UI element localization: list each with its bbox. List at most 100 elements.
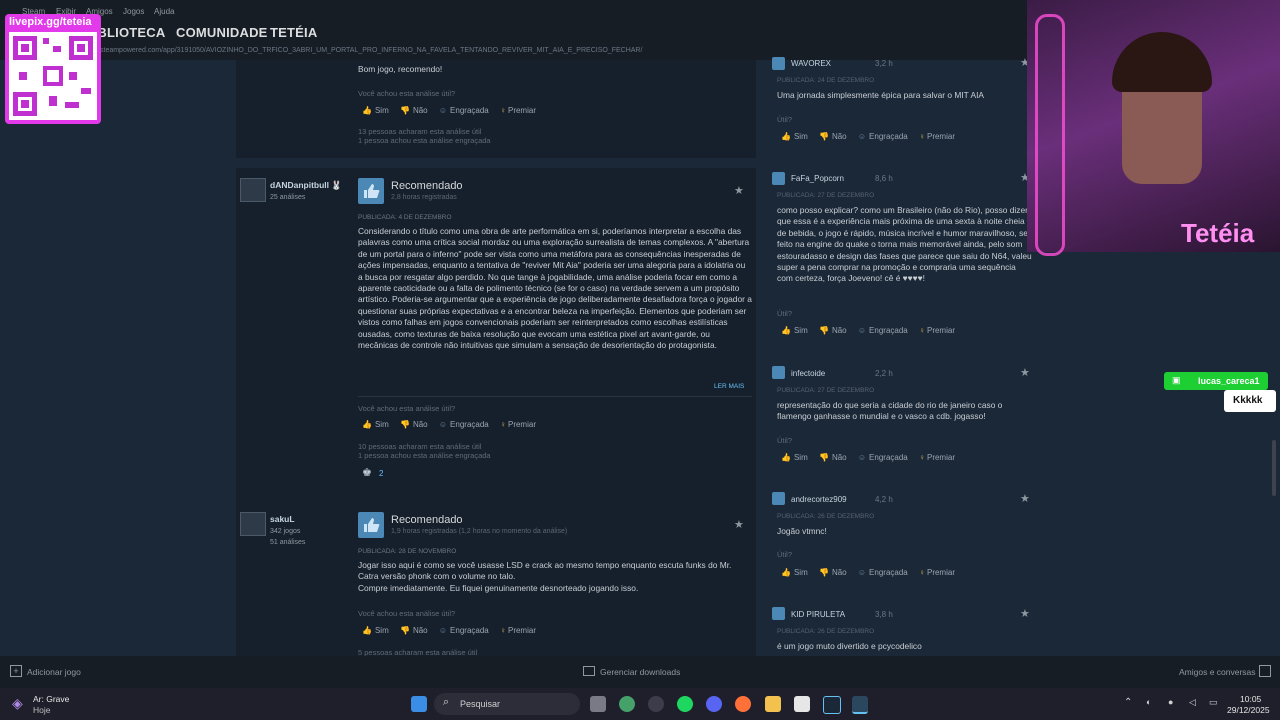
firefox-icon[interactable] <box>735 696 751 712</box>
vote-no-button[interactable]: 👎 Não <box>400 420 428 429</box>
taskbar-search[interactable]: ⌕ Pesquisar <box>434 693 580 715</box>
side-reviewer-name[interactable]: WAVOREX <box>791 59 831 68</box>
speaker-icon[interactable]: ◁ <box>1189 697 1196 708</box>
manage-downloads-button[interactable]: Gerenciar downloads <box>600 667 680 677</box>
vote-yes-button[interactable]: 👍 Sim <box>781 326 808 335</box>
windows-start-icon[interactable] <box>411 696 427 712</box>
avatar[interactable] <box>240 178 266 202</box>
friends-chat-button[interactable]: Amigos e conversas <box>1179 667 1256 677</box>
avatar[interactable] <box>240 512 266 536</box>
vote-funny-button[interactable]: ☺ Engraçada <box>858 132 908 141</box>
streamer-hair <box>1112 32 1212 92</box>
star-icon[interactable]: ★ <box>1020 607 1030 620</box>
award-button[interactable]: ♀ Premiar <box>919 453 955 462</box>
vote-funny-button[interactable]: ☺ Engraçada <box>439 106 489 115</box>
menu-jogos[interactable]: Jogos <box>123 7 144 16</box>
reviewer-game-count[interactable]: 342 jogos <box>270 528 300 535</box>
reviewer-review-count[interactable]: 25 análises <box>270 194 305 201</box>
side-hours: 3,2 h <box>875 59 893 68</box>
file-explorer-icon[interactable] <box>765 696 781 712</box>
obs-icon[interactable] <box>619 696 635 712</box>
star-icon[interactable]: ★ <box>734 184 744 197</box>
qr-caption: livepix.gg/teteia <box>9 16 92 28</box>
thumbs-down-icon: 👎 <box>399 626 410 635</box>
funny-count: 1 pessoa achou esta análise engraçada <box>358 136 491 145</box>
nav-profile[interactable]: TETÉIA <box>270 25 317 40</box>
smiley-icon: ☺ <box>857 568 867 577</box>
vote-no-button[interactable]: 👎 Não <box>819 568 847 577</box>
steam-active-icon[interactable] <box>852 696 868 714</box>
award-badge[interactable]: ♚ 2 <box>362 466 383 479</box>
divider <box>358 396 752 397</box>
star-icon[interactable]: ★ <box>1020 366 1030 379</box>
chat-overlay-message: Kkkkk <box>1224 390 1276 412</box>
reviewer-review-count[interactable]: 51 análises <box>270 539 305 546</box>
award-button[interactable]: ♀ Premiar <box>919 568 955 577</box>
clock-date[interactable]: 29/12/2025 <box>1227 705 1270 715</box>
network-icon[interactable]: ◐ <box>1146 697 1151 707</box>
side-reviewer-name[interactable]: infectoide <box>791 369 825 378</box>
vote-no-button[interactable]: 👎 Não <box>819 453 847 462</box>
thumbs-up-icon: 👍 <box>362 106 372 115</box>
weather-label[interactable]: Ar: Grave <box>33 694 69 704</box>
weather-sub[interactable]: Hoje <box>33 705 50 715</box>
spotify-icon[interactable] <box>677 696 693 712</box>
review-card: sakuL 342 jogos 51 análises Recomendado … <box>236 502 756 657</box>
award-button[interactable]: ♀ Premiar <box>500 420 536 429</box>
vote-yes-button[interactable]: 👍 Sim <box>362 420 389 429</box>
scrollbar-thumb[interactable] <box>1272 440 1276 496</box>
thumbs-down-icon: 👎 <box>818 326 829 335</box>
award-button[interactable]: ♀ Premiar <box>919 326 955 335</box>
side-publish-date: PUBLICADA: 26 DE DEZEMBRO <box>777 513 875 520</box>
thumbs-up-icon <box>772 607 785 620</box>
steam-icon[interactable] <box>823 696 841 714</box>
side-reviewer-name[interactable]: andrecortez909 <box>791 495 847 504</box>
vote-no-button[interactable]: 👎 Não <box>819 132 847 141</box>
discord-icon[interactable] <box>706 696 722 712</box>
award-button[interactable]: ♀ Premiar <box>500 106 536 115</box>
store-icon[interactable] <box>794 696 810 712</box>
review-text: Jogar isso aqui é como se você usasse LS… <box>358 560 752 594</box>
add-game-button[interactable]: Adicionar jogo <box>27 667 81 677</box>
clock-time[interactable]: 10:05 <box>1240 694 1261 704</box>
smiley-icon: ☺ <box>857 453 867 462</box>
vote-yes-button[interactable]: 👍 Sim <box>781 453 808 462</box>
side-reviewer-name[interactable]: KID PIRULETA <box>791 610 845 619</box>
vote-no-button[interactable]: 👎 Não <box>819 326 847 335</box>
vote-yes-button[interactable]: 👍 Sim <box>362 626 389 635</box>
award-button[interactable]: ♀ Premiar <box>500 626 536 635</box>
publish-date: PUBLICADA: 4 DE DEZEMBRO <box>358 214 452 221</box>
vote-funny-button[interactable]: ☺ Engraçada <box>439 420 489 429</box>
reviewer-name[interactable]: sakuL <box>270 514 295 524</box>
side-reviewer-name[interactable]: FaFa_Popcorn <box>791 174 844 183</box>
webcam-overlay: Tetéia <box>1027 0 1280 256</box>
vote-no-button[interactable]: 👎 Não <box>400 106 428 115</box>
microphone-icon[interactable]: ● <box>1168 697 1173 707</box>
vote-yes-button[interactable]: 👍 Sim <box>781 132 808 141</box>
reviewer-name[interactable]: dANDanpitbull 🐰 <box>270 180 342 191</box>
menu-ajuda[interactable]: Ajuda <box>154 7 174 16</box>
task-view-icon[interactable] <box>590 696 606 712</box>
vote-funny-button[interactable]: ☺ Engraçada <box>858 568 908 577</box>
nav-comunidade[interactable]: COMUNIDADE <box>176 25 268 40</box>
vote-yes-button[interactable]: 👍 Sim <box>362 106 389 115</box>
vote-funny-button[interactable]: ☺ Engraçada <box>439 626 489 635</box>
vote-no-button[interactable]: 👎 Não <box>400 626 428 635</box>
neon-light <box>1035 14 1065 256</box>
windows-taskbar: ◈ Ar: Grave Hoje ⌕ Pesquisar ⌃ ◐ ● ◁ ▭ 1… <box>0 688 1280 720</box>
star-icon[interactable]: ★ <box>734 518 744 531</box>
vote-funny-button[interactable]: ☺ Engraçada <box>858 453 908 462</box>
vote-row: 👍 Sim 👎 Não ☺ Engraçada ♀ Premiar <box>362 106 545 118</box>
battery-icon[interactable]: ▭ <box>1209 697 1218 708</box>
award-button[interactable]: ♀ Premiar <box>919 132 955 141</box>
side-hours: 3,8 h <box>875 610 893 619</box>
vote-yes-button[interactable]: 👍 Sim <box>781 568 808 577</box>
app-icon[interactable] <box>648 696 664 712</box>
chevron-up-icon[interactable]: ⌃ <box>1124 697 1132 708</box>
url-text[interactable]: steampowered.com/app/3191050/AVIOZINHO_D… <box>100 47 642 54</box>
util-question: Útil? <box>777 115 793 124</box>
side-publish-date: PUBLICADA: 27 DE DEZEMBRO <box>777 387 875 394</box>
star-icon[interactable]: ★ <box>1020 492 1030 505</box>
read-more-link[interactable]: LER MAIS <box>714 383 744 390</box>
vote-funny-button[interactable]: ☺ Engraçada <box>858 326 908 335</box>
